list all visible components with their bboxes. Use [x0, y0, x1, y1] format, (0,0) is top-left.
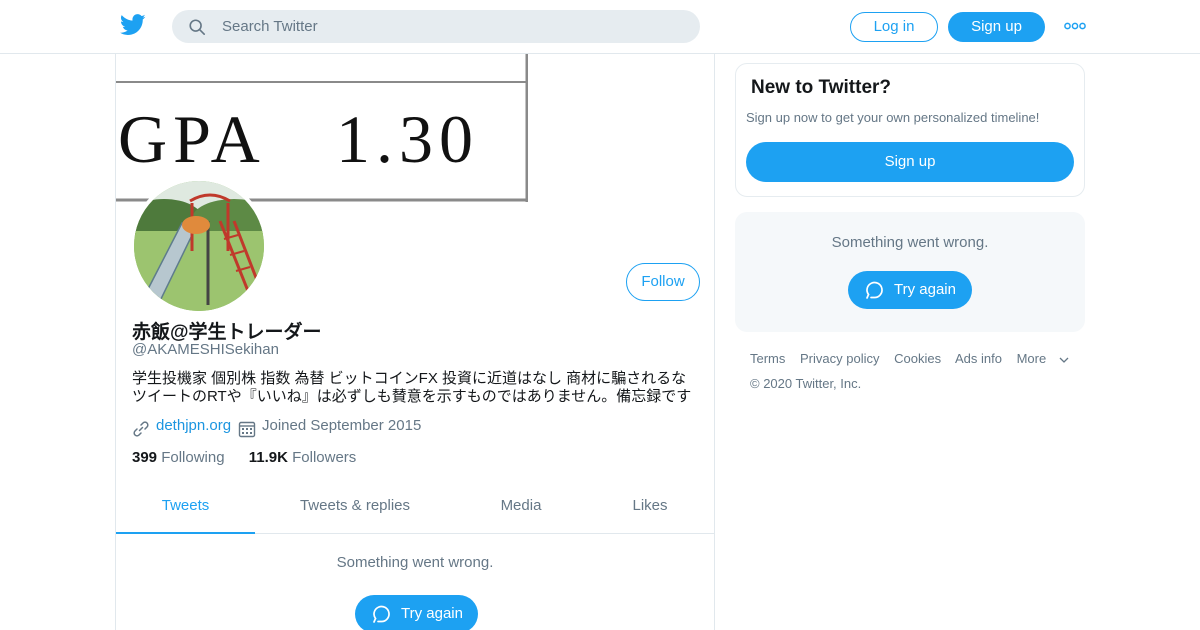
sidebar-try-again-button[interactable]: Try again [848, 271, 972, 309]
followers-count: 11.9K [248, 449, 288, 466]
sidebar-sign-up-button[interactable]: Sign up [746, 142, 1074, 182]
footer-link-terms[interactable]: Terms [750, 351, 785, 366]
profile-tabs: Tweets Tweets & replies Media Likes [116, 486, 714, 534]
profile-website-link[interactable]: dethjpn.org [156, 417, 231, 434]
more-options-icon[interactable] [1064, 20, 1086, 32]
tab-likes[interactable]: Likes [612, 486, 688, 534]
sidebar-error-message: Something went wrong. [831, 234, 989, 251]
new-to-twitter-text: Sign up now to get your own personalized… [746, 110, 1040, 125]
link-icon [133, 421, 149, 437]
bio-line: 学生投機家 個別株 指数 為替 ビットコインFX 投資に近道はなし 商材に騙され… [132, 370, 687, 387]
followers-label: Followers [292, 449, 357, 466]
avatar-slide-illustration [134, 181, 264, 311]
following-count: 399 [132, 449, 158, 466]
search-box[interactable] [172, 10, 700, 43]
banner-text: GPA 1.30 [118, 101, 479, 177]
new-to-twitter-card: New to Twitter? Sign up now to get your … [735, 63, 1085, 197]
following-label: Following [161, 449, 225, 466]
timeline-try-again-button[interactable]: Try again [355, 595, 478, 630]
profile-avatar[interactable] [130, 177, 268, 315]
following-stat[interactable]: 399 Following [132, 449, 225, 466]
top-navigation-bar: Log in Sign up [0, 0, 1200, 54]
footer-links: Terms Privacy policy Cookies Ads info Mo… [750, 350, 1090, 368]
profile-handle: @AKAMESHISekihan [132, 341, 279, 358]
sign-up-button[interactable]: Sign up [948, 12, 1045, 42]
followers-stat[interactable]: 11.9K Followers [249, 449, 357, 466]
footer-copyright: © 2020 Twitter, Inc. [750, 376, 862, 391]
sidebar-error-card: Something went wrong. Try again [735, 212, 1085, 332]
log-in-button[interactable]: Log in [850, 12, 938, 42]
refresh-icon [373, 605, 390, 623]
try-again-label: Try again [401, 605, 463, 622]
profile-display-name: 赤飯@学生トレーダー [132, 322, 322, 343]
search-icon [189, 19, 206, 36]
calendar-icon [238, 421, 256, 438]
timeline-error-message: Something went wrong. [336, 554, 494, 571]
twitter-bird-logo-icon[interactable] [120, 14, 146, 36]
footer-link-more[interactable]: More [1017, 351, 1070, 366]
profile-joined-date: Joined September 2015 [262, 417, 422, 434]
footer-link-privacy[interactable]: Privacy policy [800, 351, 879, 366]
profile-column: GPA 1.30 Follow 赤飯@学生トレーダー @AKAMESHISeki… [115, 54, 715, 630]
tab-media[interactable]: Media [481, 486, 561, 534]
footer-more-label: More [1016, 351, 1047, 366]
footer: Terms Privacy policy Cookies Ads info Mo… [750, 350, 1090, 393]
new-to-twitter-title: New to Twitter? [751, 77, 892, 98]
footer-link-cookies[interactable]: Cookies [894, 351, 941, 366]
chevron-down-icon [1059, 357, 1069, 363]
tab-tweets-replies[interactable]: Tweets & replies [281, 486, 429, 534]
follow-button[interactable]: Follow [626, 263, 700, 301]
refresh-icon [866, 281, 883, 299]
footer-link-ads-info[interactable]: Ads info [955, 351, 1002, 366]
profile-bio: 学生投機家 個別株 指数 為替 ビットコインFX 投資に近道はなし 商材に騙され… [132, 370, 702, 406]
search-input[interactable] [222, 10, 682, 43]
profile-stats: 399 Following 11.9K Followers [132, 449, 376, 466]
try-again-label: Try again [894, 281, 956, 298]
bio-line: ツイートのRTや『いいね』は必ずしも賛意を示すものではありません。備忘録です [132, 388, 692, 405]
tab-tweets[interactable]: Tweets [116, 486, 255, 534]
